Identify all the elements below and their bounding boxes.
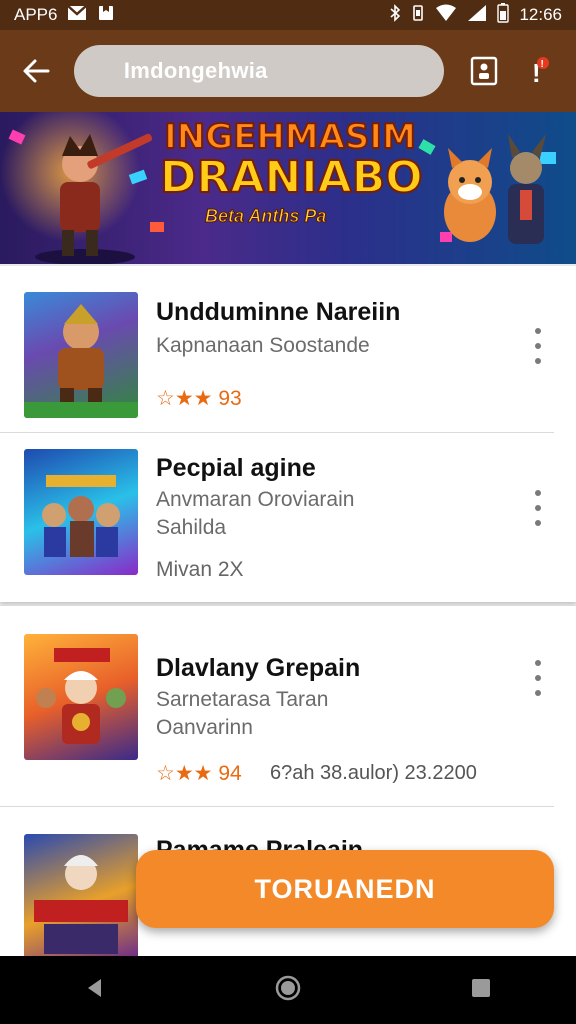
- notification-icon: [97, 4, 115, 27]
- game-thumbnail: [24, 449, 138, 575]
- wifi-icon: [435, 4, 457, 27]
- promo-banner[interactable]: INGEHMASIM DRANIABO Beta Anths Pa: [0, 112, 576, 264]
- item-title: Pecpial agine: [156, 454, 316, 482]
- app-bar: Imdongehwia !!: [0, 30, 576, 112]
- item-rating: ☆★★ 93: [156, 387, 242, 410]
- item-extra: 6?ah 38.aulor) 23.2200: [270, 762, 477, 784]
- item-subtitle: Anvmaran Oroviarain: [156, 488, 355, 511]
- contact-button[interactable]: [464, 51, 504, 91]
- navigation-bar: [0, 956, 576, 1024]
- divider: [0, 432, 554, 433]
- circle-home-icon: [275, 975, 301, 1000]
- svg-text:!: !: [541, 59, 544, 70]
- game-thumbnail: [24, 834, 138, 960]
- list-item[interactable]: Dlavlany Grepain Sarnetarasa Taran Oanva…: [0, 606, 576, 785]
- more-options-button[interactable]: [528, 660, 548, 696]
- item-subtitle: Kapnanaan Soostande: [156, 334, 370, 357]
- nav-back-button[interactable]: [83, 976, 107, 1005]
- nav-home-button[interactable]: [274, 974, 302, 1007]
- search-text: Imdongehwia: [123, 58, 268, 83]
- triangle-back-icon: [88, 978, 102, 997]
- bluetooth-icon: [389, 3, 401, 27]
- item-rating: ☆★★ 94: [156, 762, 242, 785]
- status-right: 12:66: [389, 2, 562, 28]
- gmail-icon: [67, 4, 88, 26]
- signal-icon: [467, 4, 487, 27]
- item-subtitle: Sarnetarasa Taran: [156, 688, 329, 711]
- game-thumbnail: [24, 634, 138, 760]
- banner-title-line2: DRANIABO: [159, 152, 424, 203]
- more-options-button[interactable]: [528, 490, 548, 526]
- alert-button[interactable]: !!: [520, 51, 560, 91]
- item-title: Dlavlany Grepain: [156, 654, 361, 682]
- back-arrow-icon: [23, 59, 50, 83]
- banner-title-line1: INGEHMASIM: [163, 117, 417, 157]
- status-left: APP6: [14, 4, 115, 27]
- list-item[interactable]: Undduminne Nareiin Kapnanaan Soostande ☆…: [0, 266, 576, 418]
- list-item[interactable]: Pecpial agine Anvmaran Oroviarain Sahild…: [0, 434, 576, 584]
- contact-card-icon: [471, 56, 498, 86]
- nav-recents-button[interactable]: [469, 976, 493, 1005]
- square-recents-icon: [471, 978, 490, 997]
- battery-icon: [497, 2, 510, 28]
- primary-action-button[interactable]: TORUANEDN: [136, 850, 554, 928]
- more-options-button[interactable]: [528, 328, 548, 364]
- item-subtitle-2: Oanvarinn: [156, 716, 253, 739]
- search-input[interactable]: Imdongehwia: [73, 45, 445, 97]
- item-title: Undduminne Nareiin: [156, 298, 401, 326]
- alert-icon: !!: [532, 57, 550, 87]
- status-app-label: APP6: [14, 5, 58, 24]
- item-meta: Mivan 2X: [156, 558, 244, 581]
- banner-title: INGEHMASIM DRANIABO: [159, 117, 424, 203]
- vibrate-icon: [411, 4, 425, 27]
- item-subtitle-2: Sahilda: [156, 516, 227, 539]
- banner-subtitle: Beta Anths Pa: [204, 206, 327, 227]
- status-bar: APP6 12:66: [0, 0, 576, 30]
- game-thumbnail: [24, 292, 138, 418]
- status-time: 12:66: [519, 5, 562, 24]
- back-button[interactable]: [16, 51, 56, 91]
- game-list-card: Undduminne Nareiin Kapnanaan Soostande ☆…: [0, 266, 576, 602]
- divider: [0, 806, 554, 807]
